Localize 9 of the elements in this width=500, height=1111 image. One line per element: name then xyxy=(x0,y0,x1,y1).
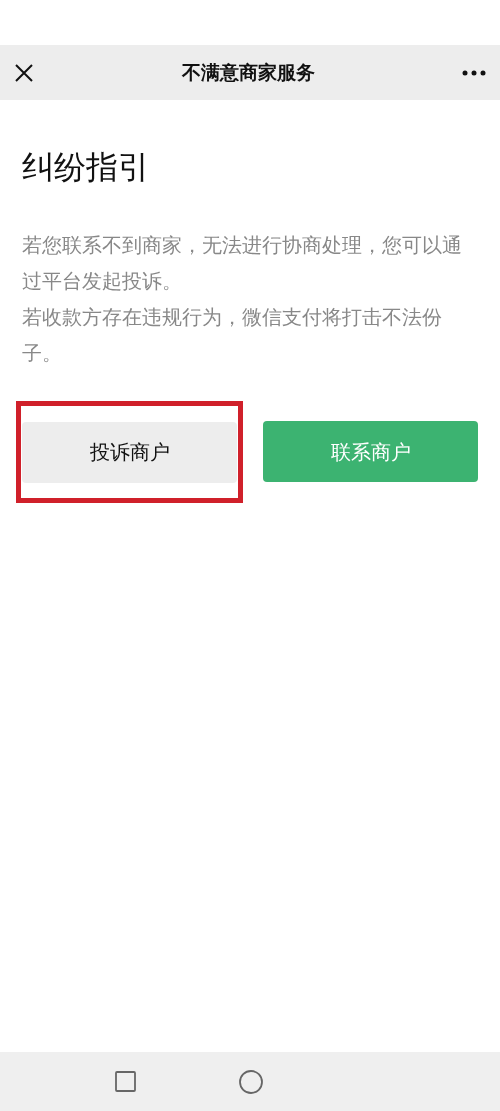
circle-icon[interactable] xyxy=(239,1069,263,1094)
close-icon[interactable] xyxy=(14,62,34,83)
page-title: 不满意商家服务 xyxy=(181,60,315,86)
section-heading: 纠纷指引 xyxy=(22,147,151,188)
complain-merchant-button[interactable]: 投诉商户 xyxy=(22,421,237,483)
square-icon[interactable] xyxy=(115,1071,136,1092)
guide-text: 若您联系不到商家，无法进行协商处理，您可以通过平台发起投诉。 xyxy=(22,232,463,295)
more-icon[interactable] xyxy=(462,69,486,76)
guide-text: 若收款方存在违规行为，微信支付将打击不法份子。 xyxy=(22,304,443,367)
